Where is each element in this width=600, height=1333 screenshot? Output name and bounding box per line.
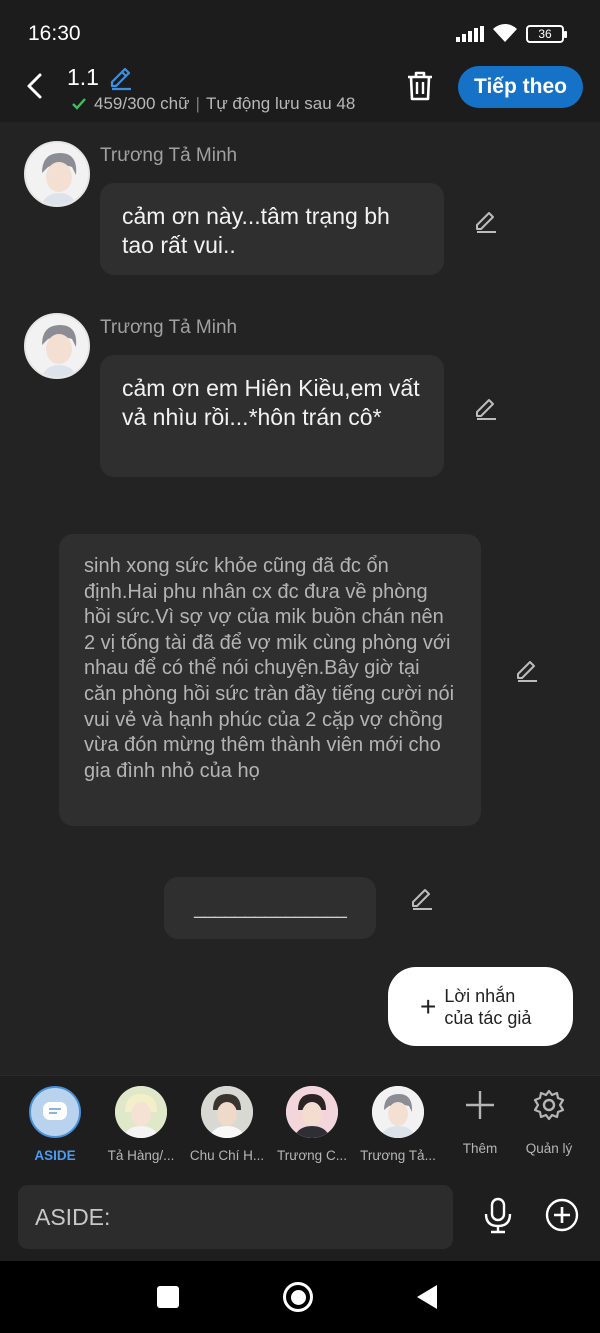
character-label: Tả Hàng/... [107, 1148, 175, 1163]
pencil-icon[interactable] [107, 64, 135, 92]
save-status: 459/300 chữ | Tự động lưu sau 48 [70, 94, 355, 114]
author-note-label-2: của tác giả [444, 1007, 532, 1028]
add-label: Thêm [462, 1141, 498, 1156]
avatar[interactable] [24, 141, 90, 207]
character-item[interactable]: Trương C... [270, 1086, 354, 1163]
edit-icon[interactable] [472, 395, 500, 423]
narration-bubble[interactable]: sinh xong sức khỏe cũng đã đc ổn định.Ha… [59, 534, 481, 826]
editor-header: 1.1 459/300 chữ | Tự động lưu sau 48 Tiế… [0, 62, 600, 122]
character-item[interactable]: Trương Tả... [356, 1086, 440, 1163]
signal-icon [456, 26, 484, 42]
chevron-left-icon [27, 73, 42, 99]
system-nav-bar [0, 1261, 600, 1333]
add-circle-icon[interactable] [544, 1197, 580, 1233]
avatar [372, 1086, 424, 1138]
edit-icon[interactable] [513, 657, 541, 685]
character-portrait-icon [372, 1086, 424, 1138]
manage-button[interactable]: Quản lý [514, 1088, 584, 1156]
avatar [286, 1086, 338, 1138]
add-character-button[interactable]: Thêm [445, 1088, 515, 1156]
character-bar: ASIDE Tả Hàng/... Chu Chí H... Trương C.… [0, 1075, 600, 1173]
character-item[interactable]: Chu Chí H... [185, 1086, 269, 1163]
character-aside[interactable]: ASIDE [13, 1086, 97, 1163]
author-note-button[interactable]: + Lời nhắn của tác giả [388, 967, 573, 1046]
aside-avatar [29, 1086, 81, 1138]
character-portrait-icon [26, 143, 88, 205]
battery-icon: 36 [526, 25, 567, 43]
status-time: 16:30 [28, 22, 81, 45]
home-button[interactable] [283, 1282, 313, 1312]
check-icon [72, 98, 86, 110]
sender-name: Trương Tả Minh [100, 145, 238, 166]
back-button[interactable] [18, 68, 50, 104]
character-label: Trương Tả... [360, 1148, 436, 1163]
home-dot [290, 1289, 306, 1305]
character-label: Chu Chí H... [189, 1148, 265, 1163]
avatar[interactable] [24, 313, 90, 379]
input-bar: ASIDE: [0, 1173, 600, 1261]
manage-label: Quản lý [525, 1141, 573, 1156]
trash-icon[interactable] [403, 68, 437, 104]
microphone-icon[interactable] [480, 1197, 516, 1235]
character-label: Trương C... [277, 1148, 347, 1163]
character-label: ASIDE [34, 1148, 76, 1163]
character-portrait-icon [286, 1086, 338, 1138]
message-bubble[interactable]: cảm ơn này...tâm trạng bh tao rất vui.. [100, 183, 444, 275]
chapter-title[interactable]: 1.1 [67, 64, 99, 91]
status-icons: 36 [456, 24, 567, 44]
wifi-icon [493, 24, 517, 42]
avatar [115, 1086, 167, 1138]
divider-bubble[interactable]: _______________ [164, 877, 376, 939]
gear-icon [533, 1089, 565, 1121]
sender-name: Trương Tả Minh [100, 317, 238, 338]
character-portrait-icon [26, 315, 88, 377]
edit-icon[interactable] [408, 885, 436, 913]
message-input[interactable]: ASIDE: [18, 1185, 453, 1249]
plus-icon: + [420, 990, 437, 1022]
status-bar: 16:30 36 [0, 0, 600, 62]
avatar [201, 1086, 253, 1138]
edit-icon[interactable] [472, 208, 500, 236]
separator: | [195, 94, 200, 113]
message-bubble[interactable]: cảm ơn em Hiên Kiều,em vất vả nhìu rồi..… [100, 355, 444, 477]
character-item[interactable]: Tả Hàng/... [99, 1086, 183, 1163]
plus-icon [466, 1091, 494, 1119]
autosave-text: Tự động lưu sau 48 [205, 94, 356, 113]
character-portrait-icon [115, 1086, 167, 1138]
chat-bubble-icon [43, 1102, 67, 1120]
character-portrait-icon [201, 1086, 253, 1138]
next-button[interactable]: Tiếp theo [458, 66, 583, 108]
recent-apps-button[interactable] [157, 1286, 179, 1308]
system-back-button[interactable] [417, 1285, 437, 1309]
author-note-label-1: Lời nhắn [444, 985, 516, 1006]
word-count: 459/300 chữ [94, 94, 190, 113]
